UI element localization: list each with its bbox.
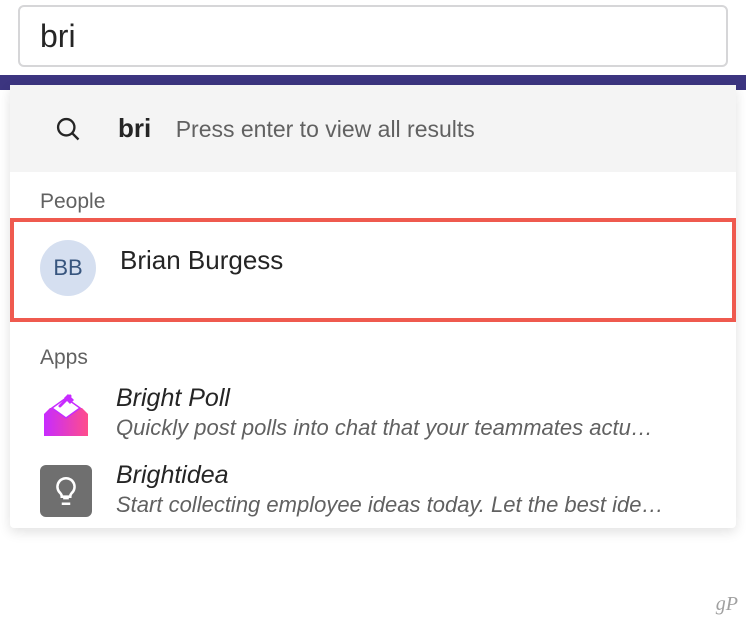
app-title: Bright Poll: [116, 384, 706, 413]
view-all-results-row[interactable]: bri Press enter to view all results: [10, 85, 736, 172]
app-text: Brightidea Start collecting employee ide…: [116, 461, 706, 518]
person-result-row[interactable]: BB Brian Burgess: [10, 218, 736, 322]
brightpoll-icon: [40, 388, 92, 440]
search-bar[interactable]: [18, 5, 728, 67]
app-title: Brightidea: [116, 461, 706, 490]
brightidea-icon: [40, 465, 92, 517]
search-icon: [54, 115, 82, 143]
app-description: Quickly post polls into chat that your t…: [116, 415, 706, 441]
search-results-dropdown: bri Press enter to view all results Peop…: [10, 85, 736, 528]
watermark: gP: [716, 593, 738, 616]
app-result-row[interactable]: Bright Poll Quickly post polls into chat…: [10, 374, 736, 451]
search-hint: Press enter to view all results: [176, 116, 475, 142]
app-text: Bright Poll Quickly post polls into chat…: [116, 384, 706, 441]
search-term: bri: [118, 113, 151, 143]
app-result-row[interactable]: Brightidea Start collecting employee ide…: [10, 451, 736, 528]
avatar: BB: [40, 240, 96, 296]
app-description: Start collecting employee ideas today. L…: [116, 492, 706, 518]
search-input[interactable]: [40, 18, 706, 55]
person-name: Brian Burgess: [120, 245, 283, 276]
people-section-label: People: [10, 172, 736, 218]
apps-section-label: Apps: [10, 322, 736, 374]
